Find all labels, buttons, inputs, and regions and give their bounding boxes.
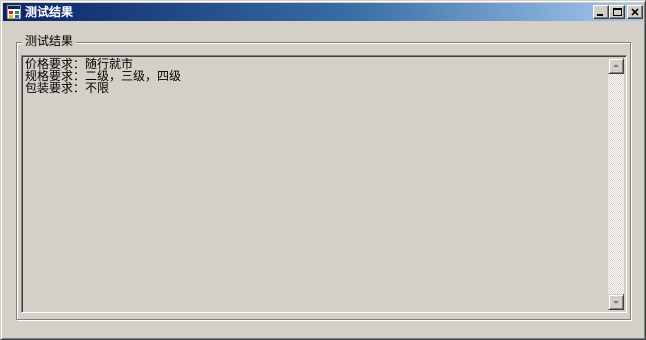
result-line-spec: 规格要求：二级，三级，四级	[25, 69, 182, 83]
result-line-packaging: 包装要求：不限	[25, 81, 110, 95]
scroll-up-button[interactable]	[608, 58, 624, 74]
maximize-button[interactable]	[609, 5, 625, 19]
close-icon	[631, 8, 639, 16]
title-bar[interactable]: 测试结果	[3, 3, 643, 21]
window-title: 测试结果	[25, 5, 74, 19]
maximize-icon	[613, 8, 622, 16]
result-textbox[interactable]: 价格要求：随行就市 规格要求：二级，三级，四级 包装要求：不限	[21, 55, 627, 313]
arrow-down-icon	[613, 301, 619, 304]
groupbox-label: 测试结果	[22, 34, 77, 48]
app-window-icon[interactable]	[6, 4, 22, 20]
result-window: 测试结果 测试结果 价格要求：随行就市 规格要求：二级，三级，四级 包装要求：不…	[0, 0, 646, 340]
minimize-icon	[597, 14, 603, 16]
minimize-button[interactable]	[593, 5, 609, 19]
scroll-down-button[interactable]	[608, 294, 624, 310]
vertical-scrollbar[interactable]	[608, 58, 624, 310]
close-button[interactable]	[627, 5, 643, 19]
arrow-up-icon	[613, 64, 619, 67]
result-text[interactable]: 价格要求：随行就市 规格要求：二级，三级，四级 包装要求：不限	[25, 58, 603, 94]
